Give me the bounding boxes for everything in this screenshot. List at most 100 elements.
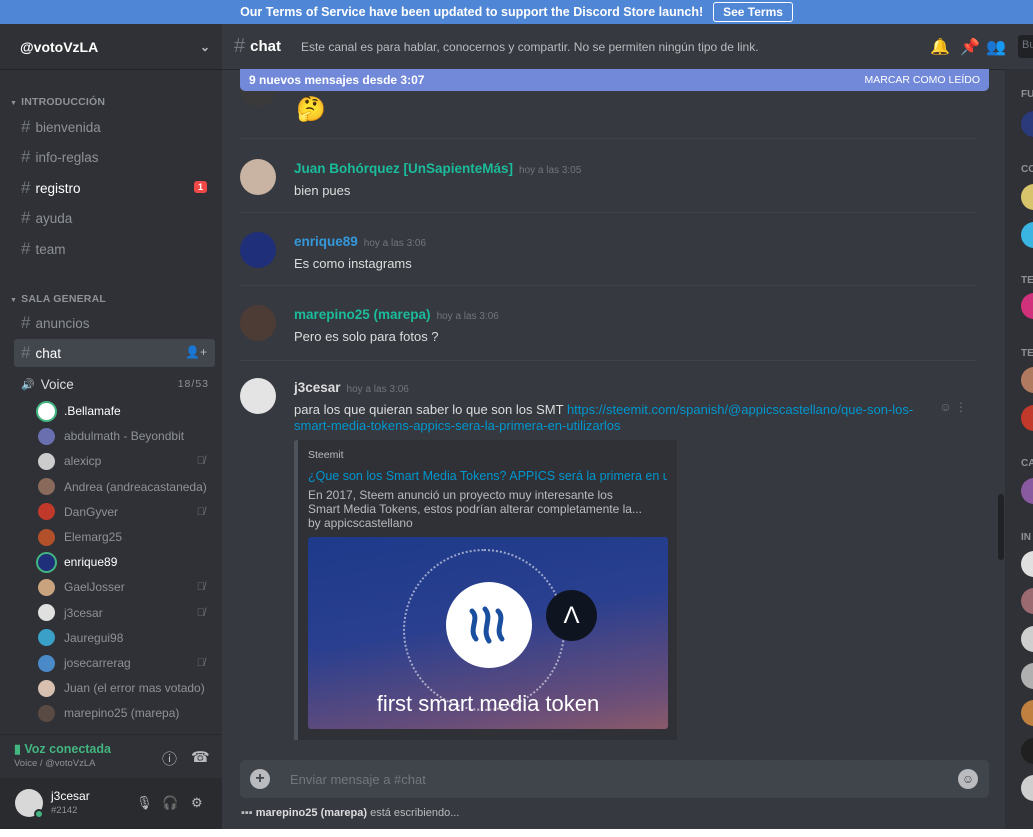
mark-as-read-button[interactable]: MARCAR COMO LEÍDO [864,74,980,86]
channel-anuncios[interactable]: # anuncios [14,309,215,337]
upload-plus-icon[interactable]: + [250,769,270,789]
member-category: CA [1021,458,1033,469]
voice-channel[interactable]: 🔊 Voice 18/53 [14,371,215,397]
channel-registro[interactable]: # registro 1 [14,174,215,202]
member-avatar[interactable] [1021,738,1033,764]
voice-user[interactable]: GaelJosser 🎙̸ [38,576,213,598]
scrollbar-thumb[interactable] [998,494,1004,560]
avatar[interactable] [240,159,276,195]
voice-user[interactable]: j3cesar 🎙̸ [38,602,213,624]
collapse-arrow-icon: ▼ [10,100,18,107]
message-input-box[interactable]: + Enviar mensaje a #chat ☺ [240,760,989,798]
author-name[interactable]: enrique89 [294,234,358,249]
category-sala-general[interactable]: ▼ SALA GENERAL [10,293,106,305]
member-avatar[interactable] [1021,111,1033,137]
steem-logo-icon [446,582,532,668]
voice-user[interactable]: enrique89 [38,551,213,573]
member-avatar[interactable] [1021,184,1033,210]
member-avatar[interactable] [1021,626,1033,652]
new-messages-bar[interactable]: 9 nuevos mensajes desde 3:07 MARCAR COMO… [240,69,989,91]
channel-info-reglas[interactable]: # info-reglas [14,143,215,171]
hash-icon: # [234,35,246,57]
voice-user[interactable]: Jauregui98 [38,627,213,649]
message-input-placeholder[interactable]: Enviar mensaje a #chat [290,772,426,787]
members-icon[interactable]: 👥 [986,37,1006,57]
message-divider [240,212,977,213]
bell-icon[interactable]: 🔔 [930,37,950,57]
headphones-icon[interactable]: 🎧 [162,795,178,811]
embed-description: En 2017, Steem anunció un proyecto muy i… [308,488,642,530]
disconnect-icon[interactable]: ☎ [191,748,210,766]
voice-user[interactable]: DanGyver 🎙̸ [38,501,213,523]
avatar[interactable] [240,378,276,414]
message-author[interactable]: enrique89 hoy a las 3:06 [294,234,426,249]
message-author[interactable]: Juan Bohórquez [UnSapienteMás] hoy a las … [294,161,581,176]
member-avatar[interactable] [1021,405,1033,431]
notice-text: Our Terms of Service have been updated t… [240,5,704,19]
see-terms-button[interactable]: See Terms [713,2,793,22]
embed-image[interactable]: Λ first smart media token [308,537,668,729]
voice-user[interactable]: josecarrerag 🎙̸ [38,652,213,674]
embed-provider[interactable]: Steemit [308,449,667,461]
hash-icon: # [21,239,31,258]
member-list: FU CO TE TE CA IN [1005,69,1033,829]
voice-channel-label: Voice [40,376,74,392]
member-avatar[interactable] [1021,222,1033,248]
channel-team[interactable]: # team [14,235,215,263]
member-avatar[interactable] [1021,700,1033,726]
voice-user[interactable]: alexicp 🎙̸ [38,450,213,472]
channel-ayuda[interactable]: # ayuda [14,204,215,232]
message-divider [240,285,977,286]
pin-icon[interactable]: 📌 [960,37,980,57]
message-scrollbar[interactable] [997,69,1005,740]
avatar[interactable] [240,305,276,341]
member-avatar[interactable] [1021,588,1033,614]
mute-microphone-icon[interactable]: 🎙 [136,795,153,811]
member-avatar[interactable] [1021,293,1033,319]
avatar [38,604,55,622]
voice-connected-status: ▮ Voz conectada [14,741,208,756]
member-avatar[interactable] [1021,367,1033,393]
voice-user-name: Elemarg25 [64,530,123,544]
author-name[interactable]: j3cesar [294,380,341,395]
channel-bienvenida[interactable]: # bienvenida [14,113,215,141]
emoji-picker-icon[interactable]: ☺ [958,769,978,789]
embed-title[interactable]: ¿Que son los Smart Media Tokens? APPICS … [308,469,667,483]
avatar [38,478,55,496]
voice-user[interactable]: .Bellamafe [38,400,213,422]
voice-user[interactable]: Juan (el error mas votado) [38,677,213,699]
channel-chat[interactable]: # chat 👤+ [14,339,215,367]
member-avatar[interactable] [1021,478,1033,504]
member-avatar[interactable] [1021,775,1033,801]
voice-user[interactable]: Elemarg25 [38,526,213,548]
search-input[interactable]: Bu [1018,35,1033,58]
channel-label: registro [35,180,81,196]
typing-user: marepino25 (marepa) [255,807,368,819]
channel-sidebar: @votoVzLA ⌄ ▼ INTRODUCCIÓN # bienvenida # i… [0,24,222,829]
add-reaction-icon[interactable]: ☺ ⋮ [939,400,967,414]
settings-gear-icon[interactable]: ⚙ [191,795,203,811]
avatar [38,427,55,445]
chevron-down-icon[interactable]: ⌄ [200,40,210,54]
voice-user[interactable]: Andrea (andreacastaneda) [38,476,213,498]
signal-icon: ▮ [14,742,21,756]
message-text-plain: para los que quieran saber lo que son lo… [294,402,567,417]
invite-user-icon[interactable]: 👤+ [185,345,207,359]
member-avatar[interactable] [1021,663,1033,689]
message-author[interactable]: j3cesar hoy a las 3:06 [294,380,409,395]
info-icon[interactable]: ⓘ [162,748,177,769]
speaker-icon: 🔊 [21,378,35,391]
voice-user-name: DanGyver [64,504,119,519]
author-name[interactable]: Juan Bohórquez [UnSapienteMás] [294,161,513,176]
avatar [38,528,55,546]
voice-user-name: alexicp [64,454,102,469]
category-introduccion[interactable]: ▼ INTRODUCCIÓN [10,96,105,108]
guild-header[interactable]: @votoVzLA ⌄ [0,24,222,69]
channel-topic[interactable]: Este canal es para hablar, conocernos y … [301,40,759,54]
member-avatar[interactable] [1021,551,1033,577]
author-name[interactable]: marepino25 (marepa) [294,307,431,322]
voice-user[interactable]: abdulmath - Beyondbit [38,425,213,447]
voice-user[interactable]: marepino25 (marepa) [38,702,213,724]
message-author[interactable]: marepino25 (marepa) hoy a las 3:06 [294,307,499,322]
avatar[interactable] [240,232,276,268]
